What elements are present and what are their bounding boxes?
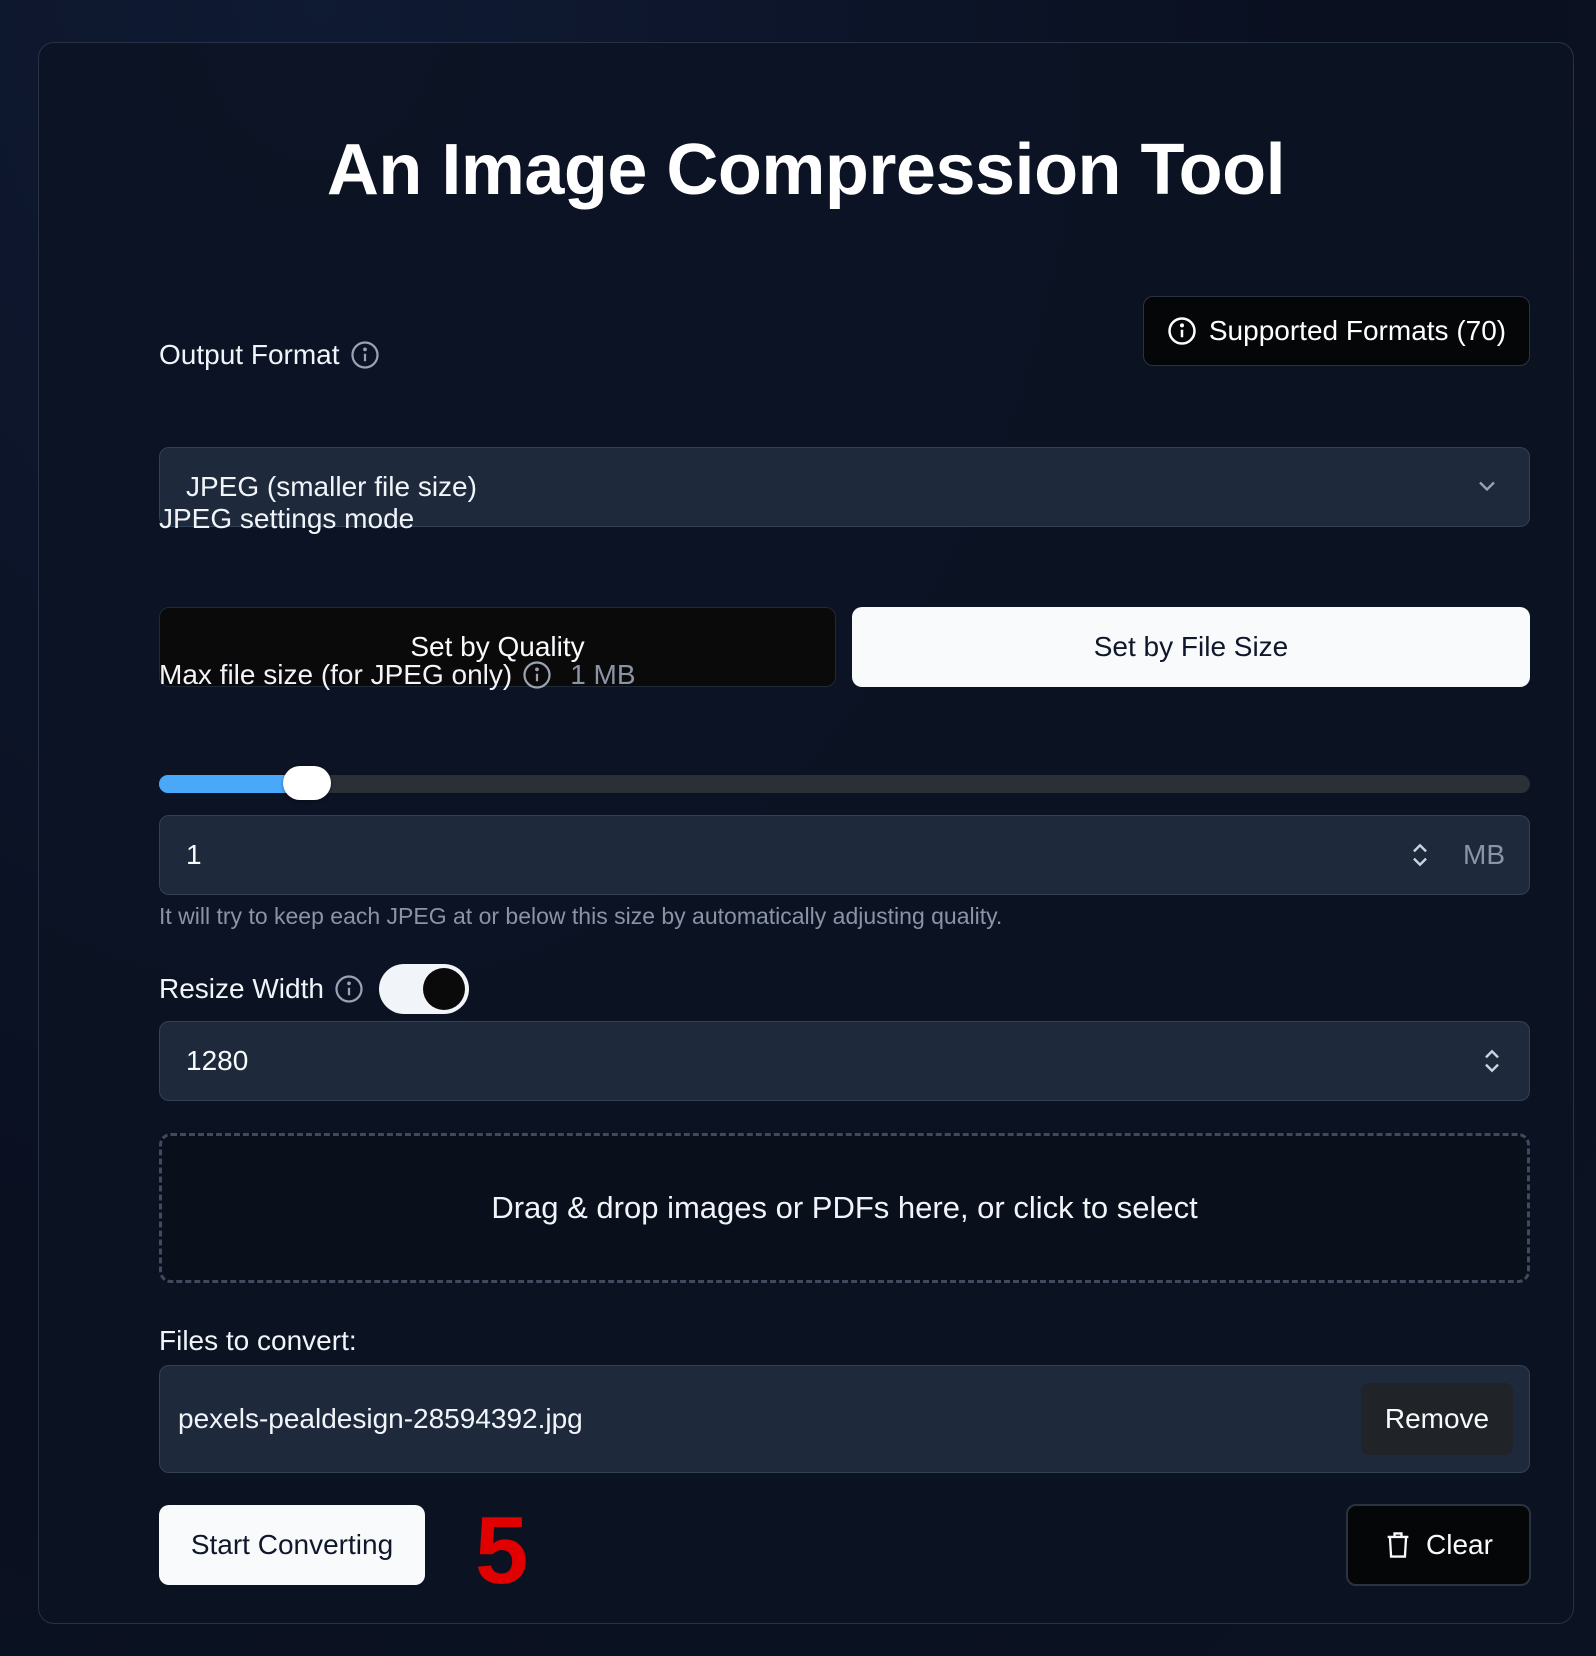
- file-name: pexels-pealdesign-28594392.jpg: [178, 1403, 583, 1434]
- max-size-display-value: 1 MB: [570, 659, 636, 690]
- start-converting-button[interactable]: Start Converting: [159, 1505, 425, 1585]
- jpeg-mode-label: JPEG settings mode: [159, 503, 415, 534]
- remove-file-button[interactable]: Remove: [1361, 1383, 1513, 1455]
- max-size-info-icon[interactable]: [522, 660, 552, 690]
- max-size-label: Max file size (for JPEG only): [159, 659, 513, 690]
- set-by-file-size-button[interactable]: Set by File Size: [852, 607, 1530, 687]
- page-title: An Image Compression Tool: [326, 130, 1286, 210]
- output-format-label: Output Format: [159, 339, 340, 370]
- compression-card: An Image Compression Tool Supported Form…: [38, 42, 1574, 1624]
- max-size-input-value: 1: [186, 839, 202, 870]
- output-format-label-row: Output Format: [159, 339, 380, 371]
- clear-label: Clear: [1426, 1529, 1493, 1560]
- trash-icon: [1387, 1532, 1409, 1558]
- info-icon: [1167, 316, 1197, 346]
- max-size-input[interactable]: 1 MB: [159, 815, 1530, 895]
- resize-label-row: Resize Width: [159, 973, 364, 1005]
- resize-stepper-icon[interactable]: [1479, 1044, 1505, 1078]
- supported-formats-label: Supported Formats (70): [1208, 315, 1507, 346]
- max-size-label-row: Max file size (for JPEG only) 1 MB: [159, 659, 636, 691]
- max-size-hint: It will try to keep each JPEG at or belo…: [159, 903, 1003, 929]
- supported-formats-button[interactable]: Supported Formats (70): [1143, 296, 1530, 366]
- step-number-annotation: 5: [475, 1497, 529, 1604]
- chevron-down-icon: [1479, 481, 1495, 492]
- max-size-unit: MB: [1463, 839, 1505, 870]
- resize-info-icon[interactable]: [334, 974, 364, 1004]
- slider-thumb[interactable]: [283, 766, 332, 800]
- resize-width-value: 1280: [186, 1045, 249, 1076]
- clear-button[interactable]: Clear: [1346, 1504, 1531, 1586]
- output-format-info-icon[interactable]: [350, 340, 380, 370]
- file-list-item: pexels-pealdesign-28594392.jpg Remove: [159, 1365, 1530, 1473]
- resize-width-label: Resize Width: [159, 973, 324, 1004]
- output-format-value: JPEG (smaller file size): [186, 471, 477, 502]
- resize-width-input[interactable]: 1280: [159, 1021, 1530, 1101]
- max-size-slider[interactable]: [159, 766, 1530, 800]
- max-size-stepper-icon[interactable]: [1407, 838, 1433, 872]
- files-to-convert-label: Files to convert:: [159, 1325, 357, 1356]
- file-dropzone[interactable]: Drag & drop images or PDFs here, or clic…: [159, 1133, 1530, 1283]
- dropzone-text: Drag & drop images or PDFs here, or clic…: [491, 1190, 1198, 1225]
- resize-width-toggle[interactable]: [379, 964, 469, 1014]
- toggle-knob: [423, 968, 465, 1010]
